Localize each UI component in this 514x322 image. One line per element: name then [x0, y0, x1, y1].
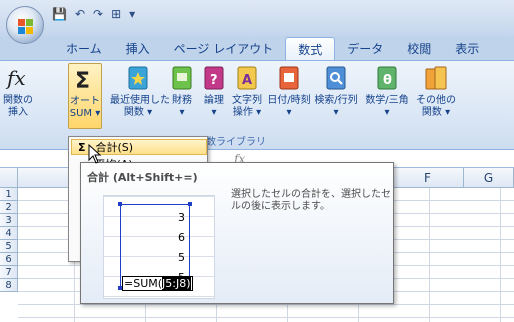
tab-page-layout[interactable]: ページ レイアウト	[162, 37, 286, 61]
svg-text:?: ?	[210, 73, 218, 88]
logical-label: 論理	[204, 95, 224, 106]
tooltip-value: 6	[178, 231, 185, 244]
tooltip-formula: =SUM(J5:J8)	[122, 276, 193, 291]
recently-used-label-1: 最近使用した	[110, 95, 170, 106]
tooltip-description: 選択したセルの合計を、選択したセルの後に表示します。	[231, 189, 391, 212]
svg-text:fx: fx	[5, 66, 26, 90]
book-calendar-icon	[279, 66, 299, 90]
tooltip-value: 5	[178, 251, 185, 264]
office-logo-icon	[18, 19, 33, 34]
book-question-icon: ?	[204, 66, 224, 90]
tab-data[interactable]: データ	[335, 37, 395, 61]
row-header-3[interactable]: 3	[0, 214, 18, 227]
lookup-reference-button[interactable]: 検索/行列 ▾	[312, 63, 360, 129]
row-header-6[interactable]: 6	[0, 253, 18, 266]
tab-view[interactable]: 表示	[443, 37, 491, 61]
more-functions-label-2: 関数 ▾	[421, 107, 451, 118]
tooltip-example-image: 3 6 5 5 =SUM(J5:J8)	[103, 195, 215, 299]
tooltip-formula-prefix: =SUM(	[124, 277, 163, 290]
row-header-1[interactable]: 1	[0, 188, 18, 201]
save-icon[interactable]: 💾	[50, 7, 69, 21]
more-functions-label-1: その他の	[416, 95, 456, 106]
math-trig-button[interactable]: θ 数学/三角 ▾	[362, 63, 412, 129]
autosum-label-1: オート	[70, 96, 100, 107]
ribbon-tabs: ホーム 挿入 ページ レイアウト 数式 データ 校閲 表示	[54, 37, 491, 61]
financial-button[interactable]: 財務 ▾	[168, 63, 196, 129]
undo-icon[interactable]: ↶	[73, 7, 87, 21]
select-all-corner[interactable]	[0, 168, 18, 188]
text-functions-label-2: 操作 ▾	[232, 107, 262, 118]
date-time-button[interactable]: 日付/時刻 ▾	[266, 63, 312, 129]
selection-handle	[118, 202, 122, 206]
lookup-reference-label: 検索/行列	[314, 95, 358, 106]
book-magnifier-icon	[326, 66, 346, 90]
selection-handle	[188, 202, 192, 206]
insert-function-button[interactable]: fx 関数の 挿入	[2, 63, 34, 129]
redo-icon[interactable]: ↷	[91, 7, 105, 21]
row-header-4[interactable]: 4	[0, 227, 18, 240]
logical-dropdown: ▾	[211, 107, 217, 118]
svg-text:Σ: Σ	[75, 69, 90, 94]
column-header-f[interactable]: F	[392, 168, 464, 188]
svg-text:θ: θ	[383, 73, 392, 88]
quick-access-toolbar: 💾 ↶ ↷ ⊞ ▾	[50, 4, 137, 24]
recently-used-label-2: 関数 ▾	[123, 107, 153, 118]
autosum-label-2: SUM ▾	[69, 108, 101, 119]
text-functions-button[interactable]: A 文字列 操作 ▾	[230, 63, 264, 129]
border-icon[interactable]: ⊞	[109, 7, 123, 21]
svg-text:A: A	[242, 73, 252, 88]
tab-formulas[interactable]: 数式	[285, 37, 336, 61]
tab-insert[interactable]: 挿入	[114, 37, 162, 61]
office-button[interactable]	[6, 6, 44, 44]
math-trig-dropdown: ▾	[384, 107, 390, 118]
mouse-cursor-icon	[88, 144, 102, 164]
autosum-button[interactable]: Σ オート SUM ▾	[68, 63, 102, 129]
fx-icon: fx	[5, 66, 26, 90]
book-a-icon: A	[237, 66, 257, 90]
autosum-tooltip: 合計 (Alt+Shift+=) 3 6 5 5 =SUM(J5:J8) 選択し…	[80, 162, 394, 304]
book-money-icon	[172, 66, 192, 90]
text-functions-label-1: 文字列	[232, 95, 262, 106]
books-stack-icon	[425, 66, 447, 90]
more-functions-button[interactable]: その他の 関数 ▾	[414, 63, 458, 129]
insert-function-label-1: 関数の	[3, 95, 33, 106]
tooltip-title: 合計 (Alt+Shift+=)	[87, 171, 198, 184]
lookup-reference-dropdown: ▾	[333, 107, 339, 118]
tooltip-value: 3	[178, 211, 185, 224]
customize-qat-icon[interactable]: ▾	[127, 7, 137, 21]
insert-function-label-2: 挿入	[8, 107, 28, 118]
logical-button[interactable]: ? 論理 ▾	[200, 63, 228, 129]
column-header-g[interactable]: G	[464, 168, 514, 188]
row-header-2[interactable]: 2	[0, 201, 18, 214]
financial-label: 財務	[172, 95, 192, 106]
book-star-icon	[128, 66, 148, 90]
tab-home[interactable]: ホーム	[54, 37, 114, 61]
tab-review[interactable]: 校閲	[395, 37, 443, 61]
row-header-5[interactable]: 5	[0, 240, 18, 253]
date-time-dropdown: ▾	[286, 107, 292, 118]
tooltip-formula-ref: J5:J8)	[162, 277, 191, 290]
date-time-label: 日付/時刻	[267, 95, 311, 106]
financial-dropdown: ▾	[179, 107, 185, 118]
sigma-icon: Σ	[75, 69, 90, 94]
recently-used-button[interactable]: 最近使用した 関数 ▾	[110, 63, 170, 129]
row-header-7[interactable]: 7	[0, 266, 18, 279]
row-header-8[interactable]: 8	[0, 279, 18, 292]
math-trig-label: 数学/三角	[365, 95, 409, 106]
book-theta-icon: θ	[377, 66, 397, 90]
